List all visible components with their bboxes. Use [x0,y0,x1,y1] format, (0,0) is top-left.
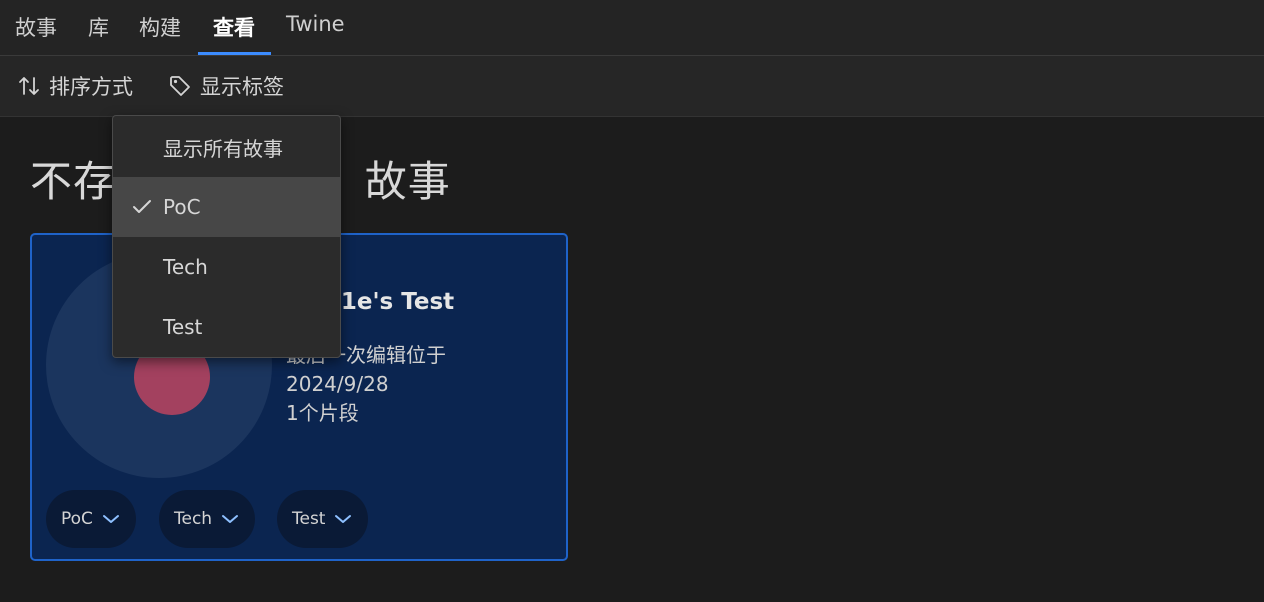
tag-label: Tech [174,509,213,529]
tab-library[interactable]: 库 [88,12,109,42]
chevron-down-icon [335,515,352,523]
tab-twine[interactable]: Twine [286,12,345,36]
menu-item-label: Test [163,315,203,339]
page-title-start: 不存 [30,157,117,206]
toolbar: 排序方式 显示标签 [0,56,1264,117]
story-date: 2024/9/28 [286,372,389,396]
active-tab-indicator [198,52,271,55]
story-passage-count: 1个片段 [286,401,359,425]
tag-label: PoC [61,509,93,529]
tab-view[interactable]: 查看 [213,12,255,42]
tab-build[interactable]: 构建 [139,12,181,42]
menu-item-label: Tech [163,255,208,279]
show-tags-button[interactable]: 显示标签 [168,56,284,116]
tab-story[interactable]: 故事 [15,12,57,42]
tag-button-tech[interactable]: Tech [159,490,256,548]
check-icon [133,200,151,213]
tag-button-poc[interactable]: PoC [46,490,136,548]
page-title-end: 故事 [364,157,451,206]
show-tags-label: 显示标签 [200,75,284,99]
tag-filter-menu: 显示所有故事 PoC Tech Test [112,115,341,358]
menu-item-test[interactable]: Test [113,297,340,357]
sort-arrows-icon [19,77,39,95]
tag-icon [170,76,190,96]
chevron-down-icon [222,515,239,523]
sort-label: 排序方式 [49,75,133,99]
top-tab-bar: 故事 库 构建 查看 Twine [0,0,1264,56]
menu-item-label: PoC [163,195,201,219]
tag-label: Test [292,509,326,529]
chevron-down-icon [102,515,119,523]
menu-item-show-all[interactable]: 显示所有故事 [113,117,340,177]
app-window: 故事 库 构建 查看 Twine 排序方式 显示标签 不存 故事 Map1e's… [0,0,1264,602]
menu-item-poc[interactable]: PoC [113,177,340,237]
menu-item-label: 显示所有故事 [163,136,283,161]
menu-item-tech[interactable]: Tech [113,237,340,297]
tag-button-test[interactable]: Test [277,490,369,548]
sort-button[interactable]: 排序方式 [17,56,133,116]
